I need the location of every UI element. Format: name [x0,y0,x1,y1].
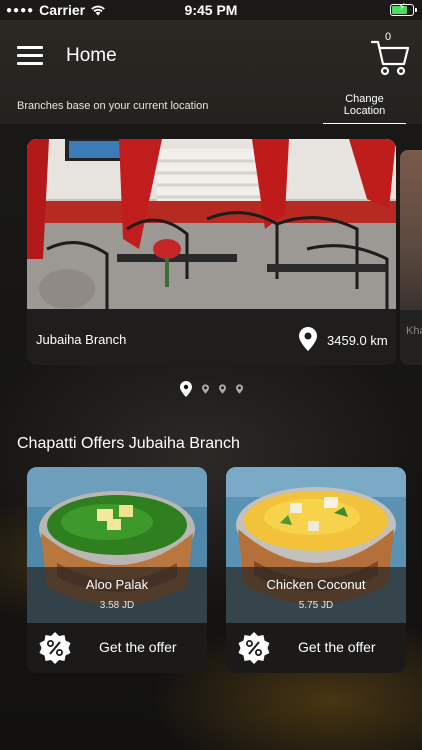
branch-name: Jubaiha Branch [36,332,127,347]
offer-name: Aloo Palak [85,577,149,592]
carousel-pager [0,381,422,397]
get-offer-button[interactable]: Get the offer [99,639,177,655]
get-offer-bar[interactable]: Get the offer [226,623,406,673]
next-branch-photo [400,150,422,310]
cart-icon[interactable] [370,34,410,76]
branch-card[interactable]: Jubaiha Branch 3459.0 km [27,139,396,365]
pager-pin-icon[interactable] [235,384,243,394]
status-time: 9:45 PM [184,2,238,18]
offer-card-chicken-coconut[interactable]: Chicken Coconut 5.75 JD Get the offer [226,467,406,673]
offer-name: Chicken Coconut [266,577,366,592]
menu-line [17,54,43,57]
change-location-link[interactable]: Change Location [323,93,406,124]
app-header: Home 0 Branches base on your current loc… [0,20,422,124]
branch-distance: 3459.0 km [327,333,388,348]
hamburger-menu-icon[interactable] [17,46,43,66]
offer-info: Aloo Palak 3.58 JD [27,567,207,623]
offers-section-title: Chapatti Offers Jubaiha Branch [17,435,240,452]
location-note: Branches base on your current location [17,100,209,112]
charging-bolt-icon: ⚡ [398,2,406,13]
location-pin-icon [299,327,317,351]
branch-photo [27,139,396,309]
offer-price: 3.58 JD [99,600,135,611]
pager-pin-icon[interactable] [201,384,209,394]
page-title: Home [66,45,117,66]
pager-pin-active-icon[interactable] [179,381,192,397]
next-branch-card[interactable]: Kha [400,150,422,365]
get-offer-button[interactable]: Get the offer [298,639,376,655]
discount-percent-icon [39,632,71,664]
offer-price: 5.75 JD [298,600,334,611]
discount-percent-icon [238,632,270,664]
pager-pin-icon[interactable] [218,384,226,394]
get-offer-bar[interactable]: Get the offer [27,623,207,673]
menu-line [17,62,43,65]
battery-icon: ⚡ [390,2,417,16]
menu-line [17,46,43,49]
next-branch-name: Kha [406,325,422,337]
status-bar: ●●●● Carrier 9:45 PM ⚡ [0,0,422,20]
offer-info: Chicken Coconut 5.75 JD [226,567,406,623]
offer-card-aloo-palak[interactable]: Aloo Palak 3.58 JD Get the offer [27,467,207,673]
